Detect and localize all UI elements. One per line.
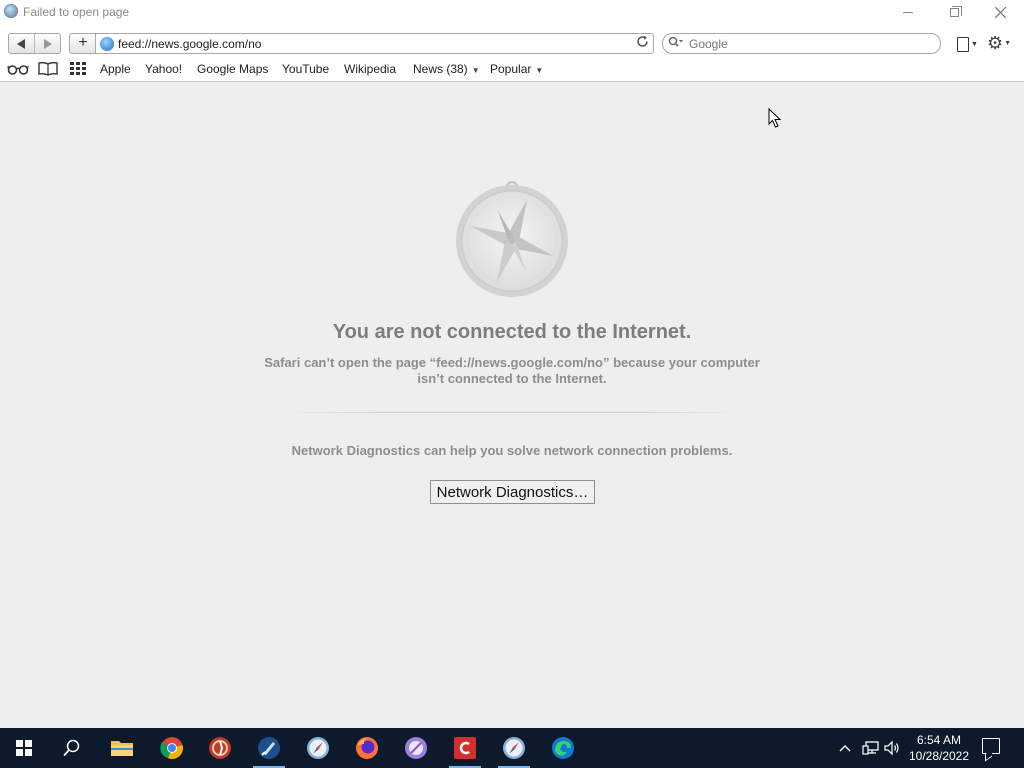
edge-icon: [552, 737, 574, 759]
chevron-down-icon: ▼: [971, 40, 978, 48]
bookmark-youtube[interactable]: YouTube: [282, 62, 329, 76]
reload-icon[interactable]: [636, 35, 649, 51]
page-icon: [957, 36, 969, 52]
app-purple-icon: [405, 737, 427, 759]
network-diagnostics-button[interactable]: Network Diagnostics…: [430, 480, 595, 504]
bookmark-apple[interactable]: Apple: [100, 62, 131, 76]
volume-tray-button[interactable]: [884, 728, 900, 768]
restore-button[interactable]: [931, 0, 977, 24]
volume-icon: [884, 740, 899, 756]
close-button[interactable]: [977, 0, 1023, 24]
bookmark-yahoo[interactable]: Yahoo!: [145, 62, 182, 76]
file-explorer-icon: [111, 741, 133, 756]
app-blue-icon: [258, 737, 280, 759]
taskbar-file-explorer[interactable]: [98, 728, 146, 768]
clock-date: 10/28/2022: [908, 749, 970, 763]
network-icon: [862, 741, 879, 755]
reading-list-icon[interactable]: [7, 62, 29, 79]
error-headline: You are not connected to the Internet.: [332, 321, 692, 343]
search-icon: [63, 739, 80, 757]
taskbar-chrome[interactable]: [148, 728, 196, 768]
title-bar: Failed to open page: [0, 0, 1024, 24]
taskbar: 6:54 AM 10/28/2022: [0, 728, 1024, 768]
back-arrow-icon: [17, 38, 25, 49]
browser-toolbar: + feed://news.google.com/no ▼ ⚙ ▼: [0, 24, 1024, 60]
clock-time: 6:54 AM: [916, 733, 962, 747]
taskbar-app-red[interactable]: [196, 728, 244, 768]
chrome-icon: [160, 737, 183, 760]
chevron-up-icon: [839, 745, 851, 752]
close-icon: [994, 6, 1006, 18]
bookmark-folder-popular[interactable]: Popular ▼: [490, 62, 543, 76]
safari-favicon-icon: [4, 4, 18, 18]
forward-arrow-icon: [44, 38, 52, 49]
safari-icon: [307, 737, 329, 759]
top-sites-grid-icon[interactable]: [70, 62, 86, 79]
address-text[interactable]: feed://news.google.com/no: [118, 37, 261, 51]
bookmark-folder-popular-label: Popular: [490, 62, 532, 76]
start-button[interactable]: [0, 728, 48, 768]
taskbar-safari[interactable]: [294, 728, 342, 768]
magnifier-icon: [668, 36, 684, 51]
taskbar-app-purple[interactable]: [392, 728, 440, 768]
chevron-down-icon: ▼: [471, 66, 480, 75]
search-input[interactable]: [689, 37, 929, 51]
taskbar-edge[interactable]: [539, 728, 587, 768]
error-page: You are not connected to the Internet. S…: [0, 83, 1024, 728]
minimize-button[interactable]: [885, 0, 931, 24]
taskbar-search-button[interactable]: [48, 728, 96, 768]
app-red-square-icon: [454, 737, 476, 759]
search-field[interactable]: [662, 33, 941, 54]
taskbar-safari-2[interactable]: [490, 728, 538, 768]
help-text: Network Diagnostics can help you solve n…: [291, 443, 733, 458]
safari-compass-icon: [456, 181, 568, 297]
taskbar-firefox[interactable]: [343, 728, 391, 768]
bookmark-wikipedia[interactable]: Wikipedia: [344, 62, 396, 76]
globe-icon: [100, 37, 114, 51]
page-menu-button[interactable]: ▼: [957, 34, 981, 54]
navigation-buttons: [8, 33, 61, 54]
show-hidden-icons-button[interactable]: [838, 728, 852, 768]
firefox-icon: [356, 737, 378, 759]
forward-button[interactable]: [35, 34, 60, 53]
bookmark-folder-news-label: News (38): [413, 62, 468, 76]
bookmarks-book-icon[interactable]: [38, 61, 58, 79]
window-title: Failed to open page: [23, 5, 130, 19]
taskbar-app-red-square[interactable]: [441, 728, 489, 768]
mouse-cursor-icon: [768, 108, 782, 128]
safari-icon-2: [503, 737, 525, 759]
chevron-down-icon: ▼: [1004, 39, 1012, 47]
add-bookmark-button[interactable]: +: [69, 33, 96, 54]
windows-logo-icon: [16, 740, 32, 756]
gear-icon: ⚙: [987, 32, 1004, 53]
taskbar-app-blue[interactable]: [245, 728, 293, 768]
app-red-icon: [209, 737, 231, 759]
taskbar-clock[interactable]: 6:54 AM 10/28/2022: [900, 732, 978, 764]
network-tray-button[interactable]: [862, 728, 880, 768]
divider: [287, 412, 737, 413]
chevron-down-icon: ▼: [535, 66, 544, 75]
bookmark-google-maps[interactable]: Google Maps: [197, 62, 268, 76]
bookmark-folder-news[interactable]: News (38) ▼: [413, 62, 480, 76]
notification-center-icon[interactable]: [982, 738, 1000, 754]
back-button[interactable]: [9, 34, 35, 53]
bookmarks-bar: Apple Yahoo! Google Maps YouTube Wikiped…: [0, 60, 1024, 82]
error-message: Safari can’t open the page “feed://news.…: [264, 355, 760, 386]
address-bar[interactable]: feed://news.google.com/no: [95, 33, 654, 54]
settings-menu-button[interactable]: ⚙ ▼: [987, 32, 1015, 54]
